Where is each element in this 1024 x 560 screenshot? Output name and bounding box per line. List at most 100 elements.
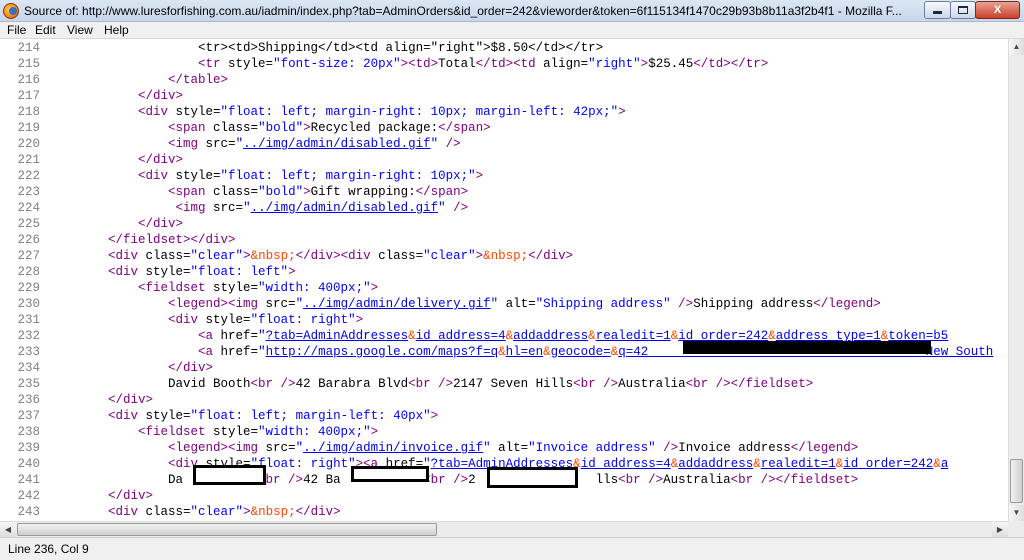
scroll-left-icon[interactable]: ◀ [0, 522, 16, 537]
source-link[interactable]: ../img/admin/invoice.gif [303, 441, 483, 455]
source-token: Australia [663, 473, 731, 487]
vertical-scrollbar[interactable]: ▲ ▼ [1008, 39, 1024, 521]
line-number: 218 [17, 105, 40, 119]
source-link[interactable]: addaddress [678, 457, 753, 471]
source-token: <img [175, 201, 206, 215]
line-code: </div> [48, 360, 213, 376]
source-token: "Shipping address" [535, 297, 671, 311]
minimize-button[interactable] [924, 1, 951, 19]
source-token: "Invoice address" [528, 441, 656, 455]
source-token: "float: left; margin-right: 10px;" [220, 169, 476, 183]
source-token: <span [168, 121, 206, 135]
line-number: 231 [17, 313, 40, 327]
source-viewer[interactable]: 214 <tr><td>Shipping</td><td align="righ… [0, 39, 1008, 521]
source-token: <div [108, 409, 139, 423]
source-link[interactable]: id_address=4 [416, 329, 506, 343]
source-token: &nbsp; [250, 249, 296, 263]
source-link[interactable]: addaddress [513, 329, 588, 343]
source-token: </fieldset></div> [108, 233, 236, 247]
source-token: </div> [108, 393, 154, 407]
line-code: </div> [48, 488, 153, 504]
source-token: 2147 Seven Hills [453, 377, 574, 391]
line-code: Da <br />42 Ba <br />2 lls<br />Australi… [48, 472, 858, 488]
source-token: style= [205, 425, 259, 439]
line-number: 220 [17, 137, 40, 151]
source-line: 239 <legend><img src="../img/admin/invoi… [0, 440, 1008, 456]
source-link[interactable]: realedit=1 [596, 329, 671, 343]
menu-file[interactable]: File [7, 23, 26, 38]
source-token: style= [205, 281, 259, 295]
source-token: > [430, 409, 439, 423]
source-token: src= [198, 137, 236, 151]
source-link[interactable]: a [941, 457, 949, 471]
source-link[interactable]: ?tab=AdminAddresses [266, 329, 409, 343]
source-token: & [543, 345, 551, 359]
source-token: " [483, 441, 491, 455]
source-line: 243 <div class="clear">&nbsp;</div> [0, 504, 1008, 520]
source-token: alt= [498, 297, 536, 311]
vertical-scroll-thumb[interactable] [1010, 459, 1023, 503]
source-link[interactable]: ../img/admin/disabled.gif [251, 201, 439, 215]
source-token: "bold" [258, 185, 304, 199]
source-line: 231 <div style="float: right"> [0, 312, 1008, 328]
source-token: class= [138, 505, 191, 519]
source-link[interactable]: http://maps.google.com/maps?f=q [266, 345, 499, 359]
source-link[interactable]: ../img/admin/disabled.gif [243, 137, 431, 151]
horizontal-scrollbar[interactable]: ◀ ▶ [0, 521, 1008, 537]
source-line: 221 </div> [0, 152, 1008, 168]
firefox-icon [3, 3, 19, 19]
line-number: 239 [17, 441, 40, 455]
source-token: </div> [168, 361, 214, 375]
line-number: 229 [17, 281, 40, 295]
source-token: ><td> [400, 57, 439, 71]
source-link[interactable]: id_order=242 [843, 457, 933, 471]
source-token: href= [213, 329, 259, 343]
source-token: $25.45 [648, 57, 694, 71]
source-token: Shipping address [693, 297, 814, 311]
source-token: <div [108, 249, 139, 263]
source-link[interactable]: id_address=4 [581, 457, 671, 471]
source-token: </div> [138, 153, 184, 167]
line-code: </div> [48, 216, 183, 232]
source-token: "float: left" [190, 265, 289, 279]
source-token: <br /> [408, 377, 454, 391]
source-token: <tr [198, 57, 221, 71]
horizontal-scroll-thumb[interactable] [17, 523, 437, 536]
source-token: class= [205, 185, 259, 199]
source-token: " [295, 441, 304, 455]
redaction-mark [683, 341, 931, 354]
source-link[interactable]: ../img/admin/delivery.gif [303, 297, 491, 311]
source-token: </div> [108, 489, 154, 503]
source-token: <br /> [423, 473, 469, 487]
redaction-mark [193, 465, 266, 485]
source-token: "width: 400px;" [258, 425, 371, 439]
scroll-down-icon[interactable]: ▼ [1009, 505, 1024, 521]
menu-help[interactable]: Help [104, 23, 129, 38]
menu-edit[interactable]: Edit [35, 23, 56, 38]
scroll-right-icon[interactable]: ▶ [992, 522, 1008, 537]
source-link[interactable]: geocode= [551, 345, 611, 359]
source-token: <legend><img [168, 441, 259, 455]
source-line: 235 David Booth<br />42 Barabra Blvd<br … [0, 376, 1008, 392]
title-bar: Source of: http://www.luresforfishing.co… [0, 0, 1024, 22]
source-token: "float: left; margin-right: 10px; margin… [220, 105, 619, 119]
source-token: <div [168, 313, 199, 327]
source-token: style= [220, 57, 274, 71]
source-token: > [370, 281, 379, 295]
line-code: <tr><td>Shipping</td><td align="right">$… [48, 40, 603, 56]
menu-view[interactable]: View [67, 23, 93, 38]
source-token: </span> [438, 121, 491, 135]
source-token: <fieldset [138, 425, 206, 439]
source-token: </legend> [813, 297, 881, 311]
source-token: <div [108, 505, 139, 519]
source-link[interactable]: realedit=1 [761, 457, 836, 471]
scroll-up-icon[interactable]: ▲ [1009, 39, 1024, 55]
line-number: 242 [17, 489, 40, 503]
source-link[interactable]: hl=en [506, 345, 544, 359]
source-token: /> [670, 297, 694, 311]
line-code: <div style="float: left"> [48, 264, 296, 280]
maximize-button[interactable] [950, 1, 976, 19]
status-text: Line 236, Col 9 [8, 542, 89, 556]
source-token: /> [445, 201, 469, 215]
close-button[interactable]: X [975, 1, 1020, 19]
